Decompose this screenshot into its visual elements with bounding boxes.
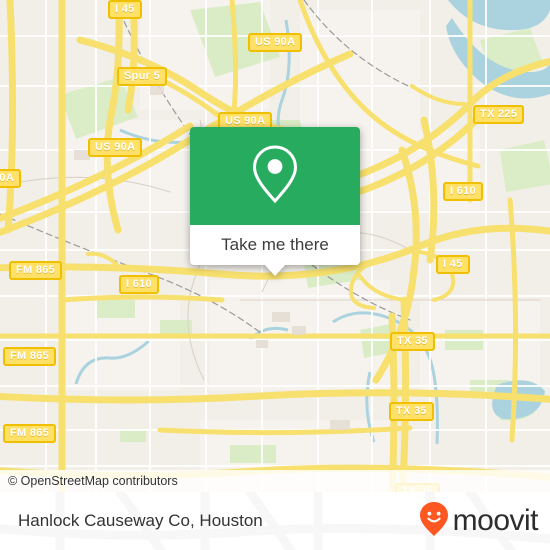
road-shield: 90A	[0, 169, 22, 188]
road-shield: FM 865	[3, 424, 57, 443]
road-shield: TX 225	[473, 105, 525, 124]
map-canvas[interactable]: .lc { fill:none; stroke-linecap:round; s…	[0, 0, 550, 492]
map-attribution: © OpenStreetMap contributors	[0, 470, 550, 492]
road-shield: I 45	[436, 255, 470, 274]
road-shield: FM 865	[3, 347, 57, 366]
take-me-there-label: Take me there	[221, 235, 329, 254]
road-shield: US 90A	[88, 138, 143, 157]
road-shield: TX 35	[390, 332, 435, 351]
map-popup-card[interactable]: Take me there	[190, 127, 360, 276]
road-shield: I 610	[443, 182, 483, 201]
road-shield: US 90A	[248, 33, 303, 52]
popup-image-area	[190, 127, 360, 225]
road-shield: I 610	[119, 275, 159, 294]
road-shield: FM 865	[9, 261, 63, 280]
road-shield: Spur 5	[117, 67, 168, 86]
moovit-smiley-pin-icon	[419, 501, 449, 542]
location-pin-icon	[248, 143, 302, 210]
footer-bar: Hanlock Causeway Co, Houston moovit	[0, 492, 550, 550]
road-shield: I 45	[108, 0, 142, 19]
moovit-map-screenshot: .lc { fill:none; stroke-linecap:round; s…	[0, 0, 550, 550]
road-shield: TX 35	[389, 402, 434, 421]
place-title: Hanlock Causeway Co, Houston	[18, 511, 263, 530]
moovit-logo[interactable]: moovit	[419, 492, 539, 550]
popup-pointer-tail	[264, 264, 286, 276]
popup-action-area[interactable]: Take me there	[190, 225, 360, 276]
moovit-wordmark: moovit	[452, 504, 539, 537]
